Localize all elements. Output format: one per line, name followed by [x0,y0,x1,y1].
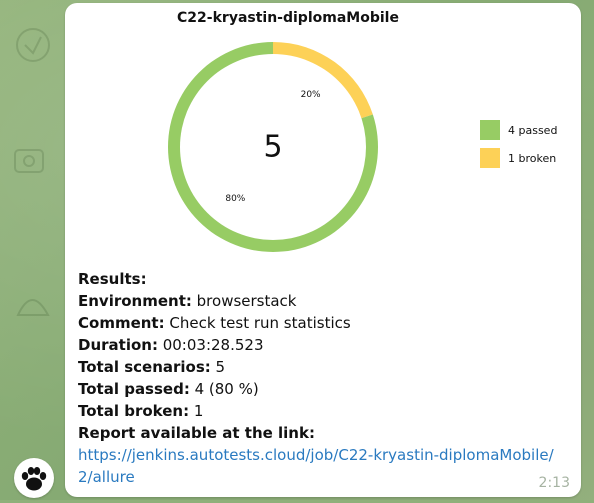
legend-swatch [480,148,500,168]
chart-center-label: 5 [263,130,282,165]
total-broken-line: Total broken: 1 [78,402,204,420]
legend-label: 4 passed [508,124,557,137]
doodle-icon [16,299,50,316]
legend-label: 1 broken [508,152,556,165]
environment-line: Environment: browserstack [78,292,297,310]
comment-line: Comment: Check test run statistics [78,314,351,332]
doodle-icon [16,28,50,62]
donut-chart: 5 20% 80% 4 passed 1 broken [168,42,557,253]
message-time: 2:13 [538,475,570,491]
slice-percent-label: 20% [301,90,321,100]
duration-line: Duration: 00:03:28.523 [78,336,264,354]
doodle-icon [14,149,44,173]
results-text: Results: Environment: browserstack Comme… [78,268,568,488]
legend-swatch [480,120,500,140]
total-scenarios-line: Total scenarios: 5 [78,358,226,376]
report-link[interactable]: https://jenkins.autotests.cloud/job/C22-… [78,444,568,488]
slice-percent-label: 80% [225,194,245,204]
message-bubble[interactable]: C22-kryastin-diplomaMobile 5 20% 80% 4 pa… [65,3,581,497]
paw-icon [21,467,47,491]
results-heading: Results: [78,270,147,288]
report-line: Report available at the link: [78,424,315,442]
total-passed-line: Total passed: 4 (80 %) [78,380,259,398]
avatar[interactable] [14,458,54,498]
